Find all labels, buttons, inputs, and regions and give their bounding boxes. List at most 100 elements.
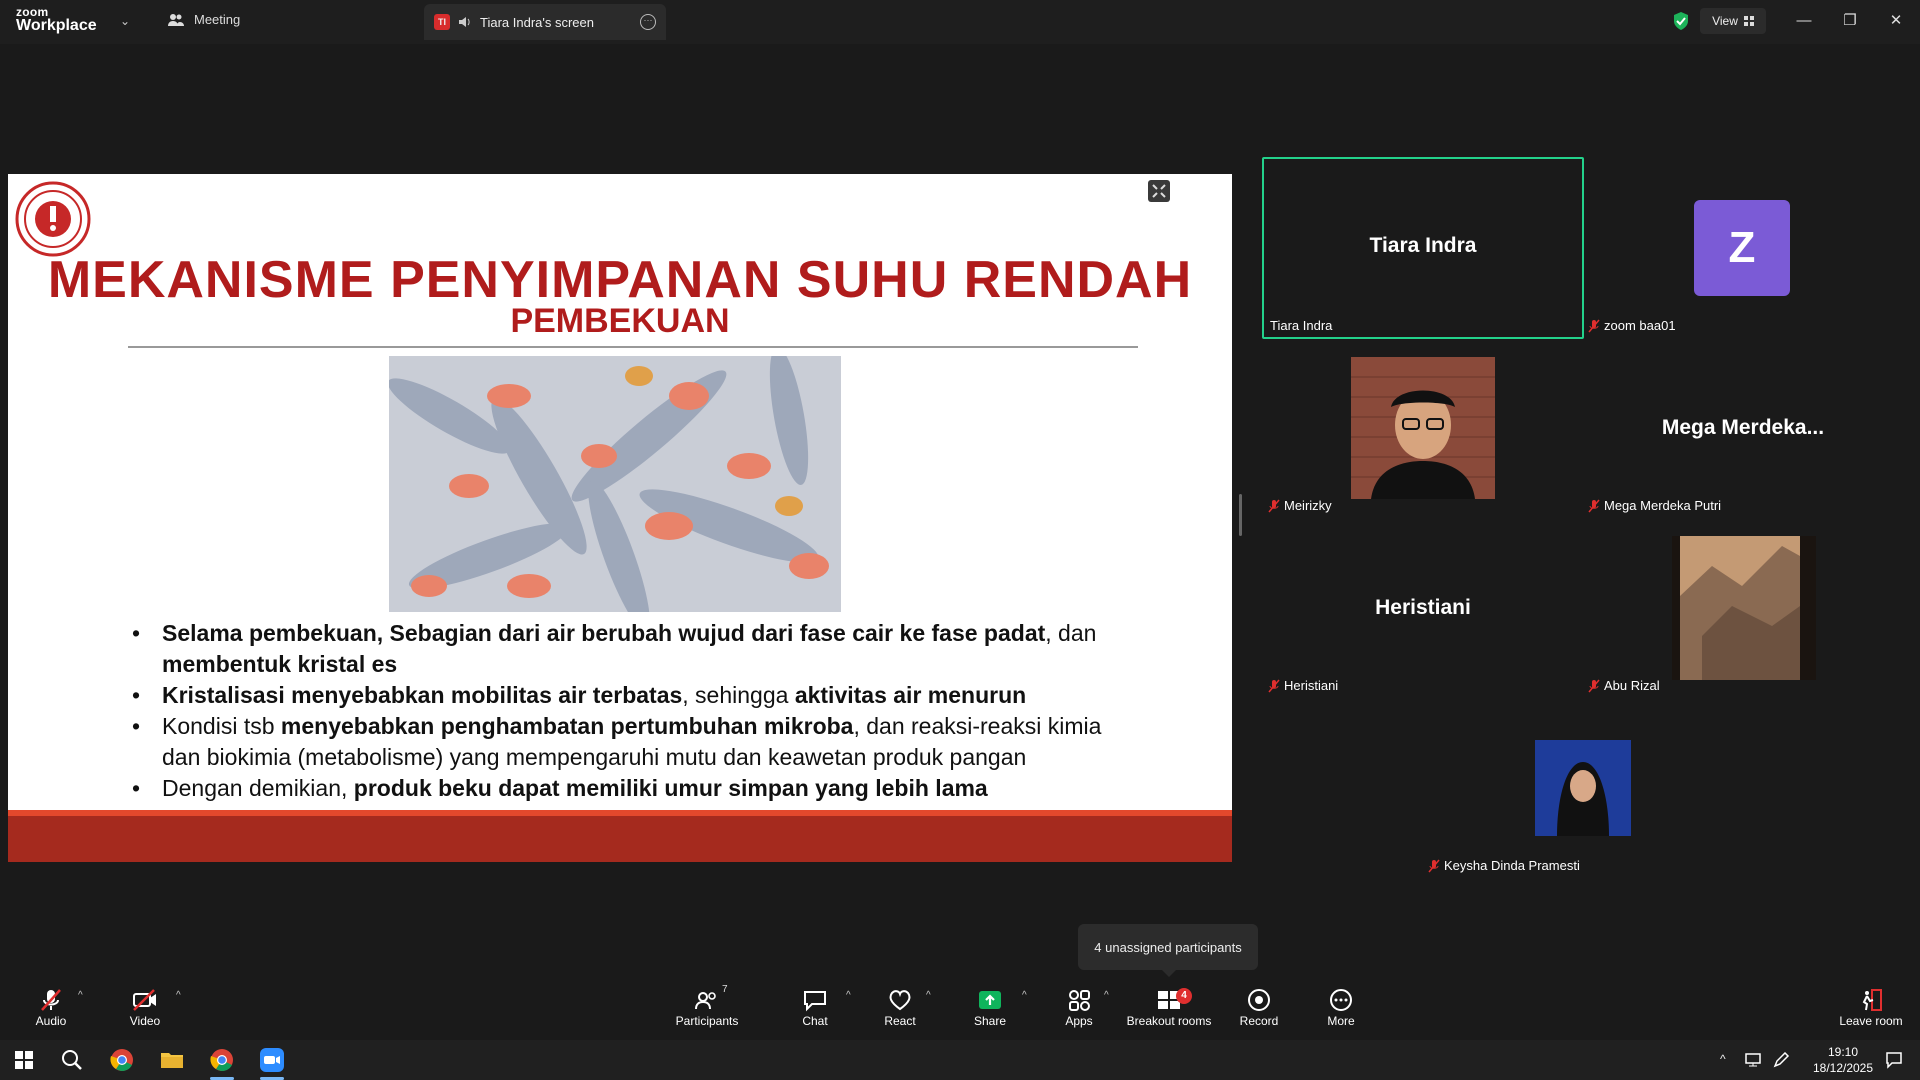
- participants-count: 7: [722, 984, 728, 995]
- abu-rizal-video[interactable]: [1672, 536, 1816, 680]
- bullet-3: Kondisi tsb menyebabkan penghambatan per…: [128, 711, 1128, 773]
- bullet-2-part-2: , sehingga: [682, 682, 795, 708]
- tab-share-badge: TI: [434, 14, 450, 30]
- breakout-rooms-button[interactable]: Breakout rooms: [1124, 984, 1214, 1036]
- meirizky-name: Meirizky: [1284, 498, 1332, 513]
- more-label: More: [1327, 1014, 1355, 1028]
- speaker-icon: [459, 17, 470, 27]
- restore-icon[interactable]: ❐: [1836, 8, 1864, 34]
- more-options-icon[interactable]: ···: [640, 14, 656, 30]
- mega-merdeka-label: Mega Merdeka Putri: [1588, 498, 1721, 513]
- apps-options-caret[interactable]: ^: [1104, 990, 1109, 1001]
- audio-options-caret[interactable]: ^: [78, 990, 83, 1001]
- heristiani-name: Heristiani: [1284, 678, 1339, 693]
- bullet-1: Selama pembekuan, Sebagian dari air beru…: [128, 618, 1128, 680]
- bullet-3-part-1: Kondisi tsb: [162, 713, 281, 739]
- audio-label: Audio: [35, 1014, 67, 1028]
- video-off-icon: [133, 989, 156, 1011]
- apps-icon: [1069, 990, 1090, 1011]
- meirizky-video[interactable]: [1351, 357, 1495, 499]
- heristiani-label: Heristiani: [1268, 678, 1338, 693]
- slide-subtitle: PEMBEKUAN: [510, 302, 730, 340]
- grid-icon: [1743, 16, 1754, 26]
- close-icon[interactable]: ✕: [1882, 8, 1910, 34]
- shared-screen[interactable]: MEKANISME PENYIMPANAN SUHU RENDAH PEMBEK…: [8, 174, 1232, 862]
- slide-title: MEKANISME PENYIMPANAN SUHU RENDAH: [47, 251, 1193, 309]
- zoom-workplace-logo[interactable]: zoom Workplace: [16, 6, 97, 34]
- file-explorer-icon[interactable]: [158, 1046, 186, 1074]
- chat-label: Chat: [802, 1014, 828, 1028]
- bullet-3-part-2: menyebabkan penghambatan pertumbuhan mik…: [280, 713, 854, 739]
- windows-start-icon[interactable]: [10, 1046, 38, 1074]
- security-shield-icon[interactable]: [1672, 11, 1690, 31]
- bullet-4-part-1: Dengan demikian,: [162, 775, 354, 801]
- participants-button[interactable]: Participants: [662, 984, 752, 1036]
- slide-divider: [128, 346, 1138, 348]
- bullet-1-part-1: Selama pembekuan, Sebagian dari air beru…: [162, 620, 1046, 646]
- more-icon: [1330, 989, 1352, 1011]
- record-icon: [1248, 989, 1270, 1011]
- share-label: Share: [973, 1014, 1007, 1028]
- zoom-app-icon[interactable]: [258, 1046, 286, 1074]
- react-button[interactable]: React: [855, 984, 945, 1036]
- video-options-caret[interactable]: ^: [176, 990, 181, 1001]
- tiara-indra-display-name: Tiara Indra: [1369, 234, 1477, 257]
- chevron-down-icon[interactable]: ⌄: [120, 14, 130, 28]
- breakout-rooms-label: Breakout rooms: [1126, 1014, 1212, 1028]
- chrome-icon[interactable]: [108, 1046, 136, 1074]
- leave-room-label: Leave room: [1839, 1014, 1903, 1028]
- keysha-profile-photo[interactable]: [1535, 740, 1631, 836]
- taskbar-clock[interactable]: 19:10 18/12/2025: [1808, 1044, 1878, 1076]
- mega-merdeka-display-name: Mega Merdeka...: [1661, 416, 1825, 439]
- heristiani-display-name: Heristiani: [1375, 596, 1471, 619]
- bullet-2-part-1: Kristalisasi menyebabkan mobilitas air t…: [162, 682, 683, 708]
- slide-footer-bar: [8, 810, 1232, 862]
- mic-off-icon: [1588, 679, 1600, 692]
- more-button[interactable]: More: [1296, 984, 1386, 1036]
- notification-icon[interactable]: [1884, 1050, 1904, 1070]
- bullet-2-part-3: aktivitas air menurun: [794, 682, 1027, 708]
- meeting-toolbar: Audio ^ Video ^ Participants 7 Chat ^ Re…: [0, 980, 1920, 1040]
- mic-off-icon: [1588, 499, 1600, 512]
- share-screen-icon: [979, 991, 1001, 1009]
- windows-taskbar: ^ 19:10 18/12/2025: [0, 1040, 1920, 1080]
- bullet-4-part-2: produk beku dapat memiliki umur simpan y…: [353, 775, 988, 801]
- tab-share-label: Tiara Indra's screen: [480, 14, 594, 30]
- tab-meeting[interactable]: Meeting: [168, 12, 240, 27]
- exit-fullscreen-icon[interactable]: [1148, 180, 1170, 202]
- react-options-caret[interactable]: ^: [926, 990, 931, 1001]
- mic-off-icon: [1268, 679, 1280, 692]
- apps-label: Apps: [1065, 1014, 1093, 1028]
- apps-button[interactable]: Apps: [1034, 984, 1124, 1036]
- chat-options-caret[interactable]: ^: [846, 990, 851, 1001]
- chrome-active-icon[interactable]: [208, 1046, 236, 1074]
- minimize-icon[interactable]: —: [1790, 8, 1818, 34]
- important-stamp-image: [15, 181, 91, 257]
- keysha-name: Keysha Dinda Pramesti: [1444, 858, 1580, 873]
- frozen-seafood-photo: [389, 356, 841, 612]
- share-options-caret[interactable]: ^: [1022, 990, 1027, 1001]
- participants-label: Participants: [675, 1014, 739, 1028]
- zoom-baa01-name: zoom baa01: [1604, 318, 1676, 333]
- people-icon: [168, 13, 184, 26]
- chat-icon: [804, 991, 826, 1012]
- bullet-1-part-2: , dan: [1045, 620, 1097, 646]
- keysha-label: Keysha Dinda Pramesti: [1428, 858, 1580, 873]
- zoom-baa01-label: zoom baa01: [1588, 318, 1676, 333]
- avatar[interactable]: Z: [1694, 200, 1790, 296]
- react-label: React: [884, 1014, 916, 1028]
- mic-off-icon: [1588, 319, 1600, 332]
- leave-room-button[interactable]: Leave room: [1826, 984, 1916, 1036]
- mic-off-icon: [41, 989, 61, 1011]
- tray-overflow-icon[interactable]: ^: [1720, 1052, 1726, 1066]
- avatar-letter: Z: [1728, 223, 1756, 272]
- network-icon[interactable]: [1744, 1052, 1762, 1068]
- view-button[interactable]: View: [1700, 8, 1766, 34]
- slide-bullet-list: Selama pembekuan, Sebagian dari air beru…: [128, 618, 1128, 804]
- clock-date: 18/12/2025: [1812, 1061, 1874, 1075]
- record-button[interactable]: Record: [1214, 984, 1304, 1036]
- tab-shared-screen[interactable]: TI Tiara Indra's screen ···: [424, 4, 666, 40]
- panel-resize-handle[interactable]: [1239, 494, 1242, 536]
- pen-icon[interactable]: [1772, 1052, 1790, 1068]
- search-icon[interactable]: [58, 1046, 86, 1074]
